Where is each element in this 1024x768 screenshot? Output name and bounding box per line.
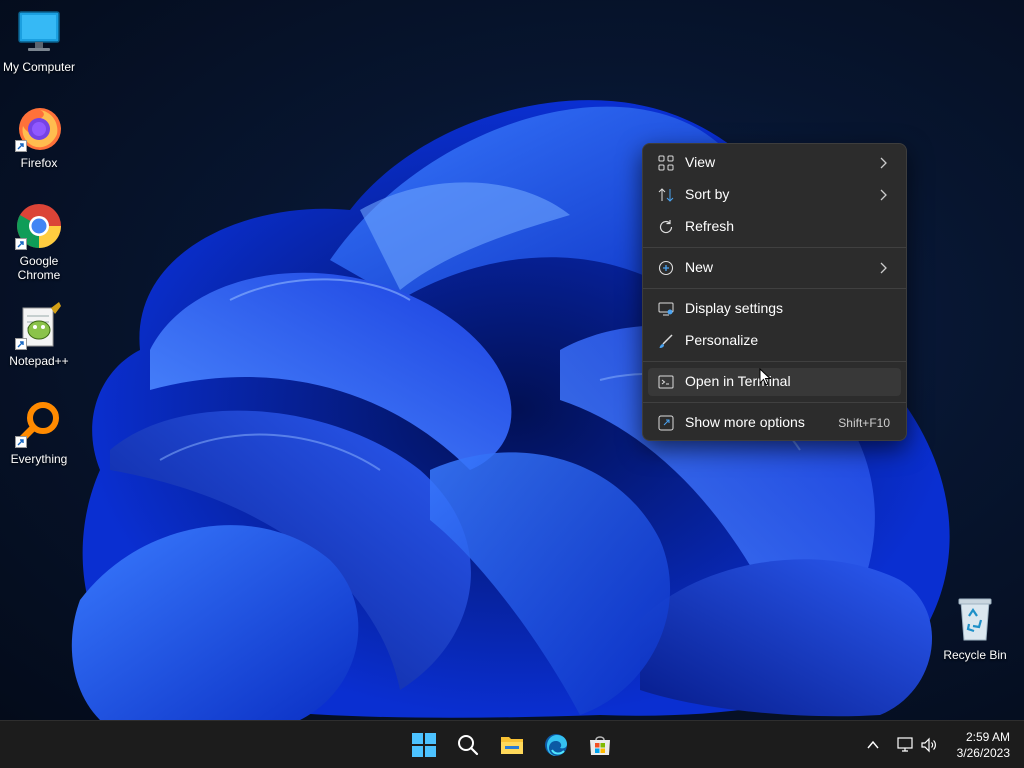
chrome-icon [15, 202, 63, 250]
menu-separator [643, 402, 906, 403]
display-icon [658, 302, 674, 316]
start-button[interactable] [406, 727, 442, 763]
menu-item-label: New [685, 259, 714, 275]
recycle-bin-icon [951, 596, 999, 644]
menu-item-label: Open in Terminal [685, 373, 791, 389]
desktop-icon-label: Everything [10, 452, 68, 466]
menu-item-sort-by[interactable]: Sort by [648, 181, 901, 209]
menu-item-new[interactable]: New [648, 254, 901, 282]
windows-logo-icon [412, 733, 436, 757]
refresh-icon [659, 220, 673, 234]
menu-separator [643, 288, 906, 289]
folder-icon [501, 737, 523, 754]
menu-item-label: Refresh [685, 218, 735, 234]
menu-item-view[interactable]: View [648, 149, 901, 177]
shortcut-arrow-icon [15, 338, 27, 350]
brush-icon [659, 334, 673, 348]
menu-item-open-in-terminal[interactable]: Open in Terminal [648, 368, 901, 396]
menu-item-label: Sort by [685, 186, 730, 202]
store-icon [590, 736, 610, 755]
volume-icon[interactable] [920, 736, 938, 754]
chevron-right-icon [880, 189, 887, 201]
desktop-icon-label: Recycle Bin [943, 648, 1007, 662]
menu-separator [643, 247, 906, 248]
search-button[interactable] [450, 727, 486, 763]
desktop-icon-label: My Computer [2, 60, 76, 74]
desktop-icon-recycle-bin[interactable]: Recycle Bin [936, 596, 1014, 662]
magnifier-icon [15, 400, 63, 448]
chevron-right-icon [880, 262, 887, 274]
edge-browser-button[interactable] [538, 727, 574, 763]
file-explorer-button[interactable] [494, 727, 530, 763]
desktop-context-menu: View Sort by Refresh New Display setting… [642, 143, 907, 441]
chevron-up-icon[interactable] [866, 738, 880, 752]
clock-time: 2:59 AM [965, 730, 1010, 744]
network-icon[interactable] [896, 736, 914, 754]
edge-icon [545, 734, 567, 756]
sort-icon [658, 188, 674, 202]
shortcut-arrow-icon [15, 140, 27, 152]
terminal-icon [658, 375, 674, 389]
menu-item-personalize[interactable]: Personalize [648, 327, 901, 355]
grid-view-icon [658, 155, 674, 171]
shortcut-arrow-icon [15, 238, 27, 250]
menu-item-label: Personalize [685, 332, 759, 348]
menu-separator [643, 361, 906, 362]
shortcut-arrow-icon [15, 436, 27, 448]
share-icon [658, 415, 674, 431]
notepad-plus-plus-icon [15, 302, 63, 350]
desktop-icon-firefox[interactable]: Firefox [0, 104, 78, 170]
mouse-cursor-icon [759, 368, 771, 386]
firefox-icon [15, 104, 63, 152]
menu-item-label: Show more options [685, 414, 805, 430]
keyboard-shortcut: Shift+F10 [838, 416, 890, 430]
microsoft-store-button[interactable] [582, 727, 618, 763]
desktop-icon-google-chrome[interactable]: Google Chrome [0, 202, 78, 282]
search-icon [458, 735, 479, 756]
menu-item-show-more-options[interactable]: Show more options Shift+F10 [648, 409, 901, 437]
menu-item-label: Display settings [685, 300, 784, 316]
desktop-icon-everything[interactable]: Everything [0, 400, 78, 466]
desktop[interactable]: My Computer Firefox Google Chrome Notepa… [0, 0, 1024, 720]
monitor-icon [15, 8, 63, 56]
clock-date: 3/26/2023 [956, 746, 1010, 760]
desktop-icon-notepad-plus-plus[interactable]: Notepad++ [0, 302, 78, 368]
plus-circle-icon [658, 260, 674, 276]
chevron-right-icon [880, 157, 887, 169]
desktop-icon-label: Google Chrome [17, 254, 61, 282]
desktop-icon-label: Firefox [20, 156, 58, 170]
system-clock[interactable]: 2:59 AM 3/26/2023 [957, 729, 1010, 761]
menu-item-display-settings[interactable]: Display settings [648, 295, 901, 323]
desktop-icon-label: Notepad++ [9, 354, 69, 368]
desktop-icon-my-computer[interactable]: My Computer [0, 8, 78, 74]
menu-item-refresh[interactable]: Refresh [648, 213, 901, 241]
taskbar: 2:59 AM 3/26/2023 [0, 720, 1024, 768]
menu-item-label: View [685, 154, 716, 170]
